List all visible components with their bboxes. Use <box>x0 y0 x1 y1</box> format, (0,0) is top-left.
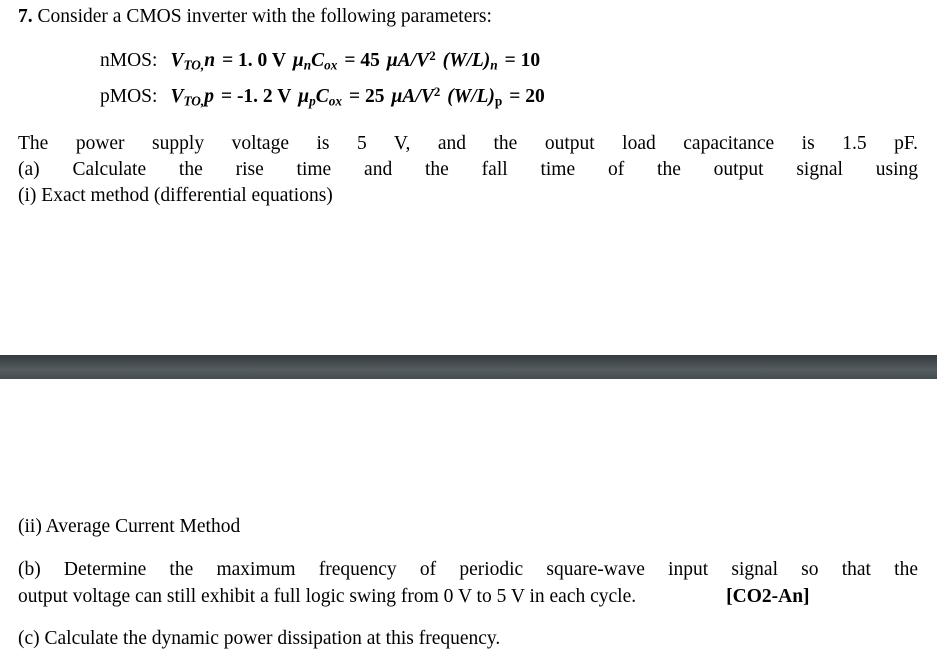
pmos-mu-subscript: p <box>309 93 316 109</box>
nmos-vto-value: = 1. 0 V <box>222 50 286 72</box>
part-a-paragraph: (a) Calculate the rise time and the fall… <box>18 157 918 183</box>
part-b-paragraph: (b) Determine the maximum frequency of p… <box>18 556 918 610</box>
pmos-mu-symbol: μ <box>298 86 310 108</box>
pmos-vto-symbol: V <box>170 86 184 108</box>
pmos-cox-symbol: C <box>315 86 329 108</box>
nmos-vto-device-letter: n <box>204 50 216 72</box>
nmos-wl-value: = 10 <box>504 50 541 72</box>
part-a-i-line: (i) Exact method (differential equations… <box>18 185 333 206</box>
supply-paragraph: The power supply voltage is 5 V, and the… <box>18 131 918 157</box>
part-b-line-2-wrapper: output voltage can still exhibit a full … <box>18 583 918 610</box>
pmos-wl-symbol: (W/L) <box>447 86 495 108</box>
nmos-parameter-line: nMOS: VTO,n = 1. 0 VμnCox = 45 μA/V2 (W/L)n = … <box>100 43 920 78</box>
nmos-vto-symbol: V <box>170 50 184 72</box>
nmos-cox-symbol: C <box>311 50 325 72</box>
pmos-cox-unit-exponent: 2 <box>433 85 441 99</box>
document-page: 7. Consider a CMOS inverter with the fol… <box>0 0 937 653</box>
part-a-ii-line: (ii) Average Current Method <box>18 516 241 537</box>
pmos-vto-value: = -1. 2 V <box>220 86 292 108</box>
part-b-line-2: output voltage can still exhibit a full … <box>18 586 637 607</box>
supply-paragraph-text: The power supply voltage is 5 V, and the… <box>18 133 918 154</box>
part-a-text: (a) Calculate the rise time and the fall… <box>18 159 918 180</box>
pmos-cox-value: = 25 <box>349 86 385 108</box>
question-stem-text: Consider a CMOS inverter with the follow… <box>37 6 492 27</box>
nmos-wl-symbol: (W/L) <box>442 50 491 72</box>
co-outcome-tag: [CO2-An] <box>726 586 810 607</box>
nmos-vto-subscript: TO, <box>183 57 205 73</box>
pmos-vto-subscript: TO, <box>183 93 205 109</box>
pmos-device-label: pMOS: <box>100 86 158 108</box>
scan-artifact-band <box>0 355 937 379</box>
pmos-vto-device-letter: p <box>204 86 214 108</box>
part-b-line-1: (b) Determine the maximum frequency of p… <box>18 559 918 580</box>
pmos-parameter-line: pMOS: VTO,p = -1. 2 VμpCox = 25 μA/V2 (W/L)p =… <box>100 79 920 114</box>
pmos-wl-value: = 20 <box>509 86 545 108</box>
pmos-wl-subscript: p <box>494 93 503 109</box>
nmos-device-label: nMOS: <box>100 50 158 72</box>
nmos-mu-symbol: μ <box>292 50 304 72</box>
nmos-cox-unit: μA/V <box>386 50 430 72</box>
pmos-cox-unit: μA/V <box>391 86 434 108</box>
part-c-line: (c) Calculate the dynamic power dissipat… <box>18 628 501 649</box>
nmos-cox-value: = 45 <box>344 50 380 72</box>
question-number: 7. <box>18 6 33 27</box>
nmos-wl-subscript: n <box>490 57 498 73</box>
pmos-cox-subscript: ox <box>328 93 343 109</box>
nmos-cox-unit-exponent: 2 <box>429 49 436 63</box>
nmos-cox-subscript: ox <box>324 57 338 73</box>
question-stem-line: 7. Consider a CMOS inverter with the fol… <box>18 4 918 29</box>
